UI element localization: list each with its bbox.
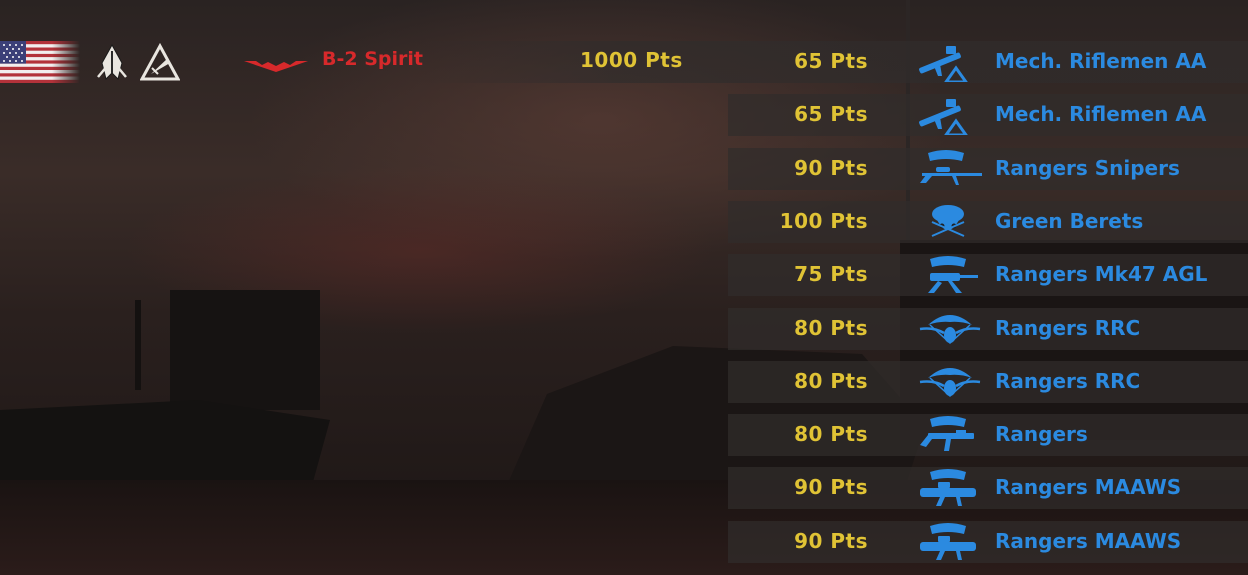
- parachute-wings-icon: [916, 309, 984, 349]
- stealth-bomber-icon: [244, 61, 308, 72]
- ranger-grenade-launcher-icon: [916, 255, 984, 295]
- unit-points: 100 Pts: [779, 209, 868, 233]
- unit-points: 90 Pts: [794, 475, 868, 499]
- unit-name: Rangers RRC: [995, 316, 1141, 340]
- green-beret-icon: [916, 202, 984, 242]
- unit-name: Green Berets: [995, 209, 1144, 233]
- ranger-recoilless-rifle-icon: [916, 522, 984, 562]
- ranger-sniper-icon: [916, 149, 984, 189]
- unit-points: 80 Pts: [794, 316, 868, 340]
- air-unit-name: B-2 Spirit: [322, 48, 423, 70]
- unit-name: Rangers Mk47 AGL: [995, 262, 1208, 286]
- air-unit-points: 1000 Pts: [580, 48, 683, 72]
- unit-name: Mech. Riflemen AA: [995, 49, 1207, 73]
- special-forces-spearhead-icon: [97, 43, 127, 80]
- unit-points: 65 Pts: [794, 49, 868, 73]
- unit-points: 65 Pts: [794, 102, 868, 126]
- background-ship-tower: [170, 290, 320, 410]
- aa-launcher-icon: [916, 42, 984, 84]
- airborne-triangle-icon: [140, 43, 180, 81]
- unit-name: Rangers: [995, 422, 1088, 446]
- parachute-wings-icon: [916, 362, 984, 402]
- unit-points: 80 Pts: [794, 369, 868, 393]
- unit-name: Rangers MAAWS: [995, 475, 1182, 499]
- ranger-rifle-icon: [916, 415, 984, 455]
- unit-points: 75 Pts: [794, 262, 868, 286]
- background-ship-mast: [135, 300, 141, 390]
- ranger-recoilless-rifle-icon: [916, 468, 984, 508]
- unit-points: 90 Pts: [794, 529, 868, 553]
- usa-flag-icon: [0, 41, 80, 83]
- unit-points: 90 Pts: [794, 156, 868, 180]
- unit-name: Rangers Snipers: [995, 156, 1180, 180]
- unit-name: Rangers MAAWS: [995, 529, 1182, 553]
- unit-name: Mech. Riflemen AA: [995, 102, 1207, 126]
- unit-points: 80 Pts: [794, 422, 868, 446]
- aa-launcher-icon: [916, 95, 984, 137]
- unit-name: Rangers RRC: [995, 369, 1141, 393]
